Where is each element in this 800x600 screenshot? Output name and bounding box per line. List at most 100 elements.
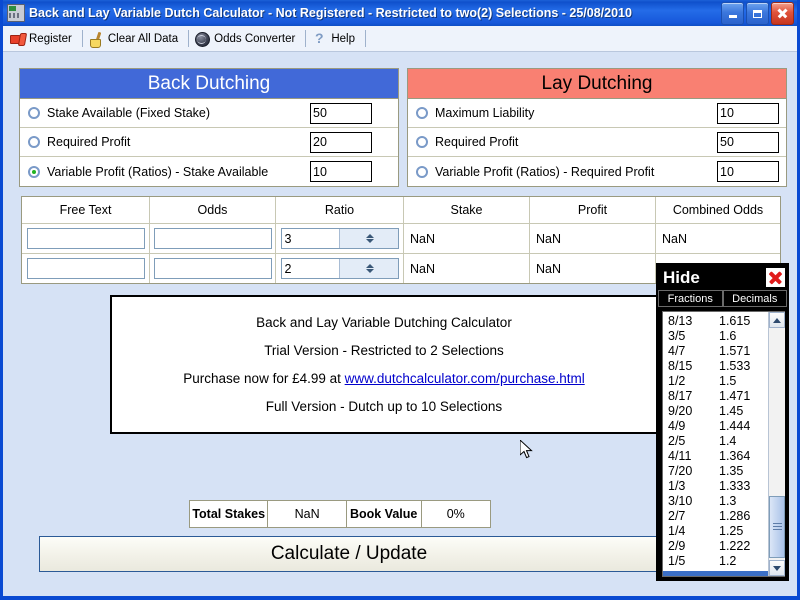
free-text-input-row2[interactable] xyxy=(26,258,145,279)
total-stakes-value: NaN xyxy=(268,501,347,527)
odds-converter-row-selected[interactable] xyxy=(663,571,768,576)
grid-header-ratio: Ratio xyxy=(276,197,404,223)
odds-converter-row[interactable]: 1/4 1.25 xyxy=(663,524,768,539)
odds-fraction: 1/3 xyxy=(668,479,686,493)
grid-cell-ratio: 3 xyxy=(276,224,404,253)
odds-input-row2[interactable] xyxy=(153,258,272,279)
odds-converter-row[interactable]: 1/2 1.5 xyxy=(663,374,768,389)
odds-converter-row[interactable]: 8/13 1.615 xyxy=(663,314,768,329)
free-text-input-row1[interactable] xyxy=(26,228,145,249)
scrollbar-thumb[interactable] xyxy=(768,496,785,558)
window-title-main: Back and Lay Variable Dutch Calculator xyxy=(29,6,265,20)
lay-option-row-variable-profit[interactable]: Variable Profit (Ratios) - Required Prof… xyxy=(408,157,786,186)
back-option-row-stake-available[interactable]: Stake Available (Fixed Stake) xyxy=(20,99,398,128)
back-input-stake-available[interactable] xyxy=(310,102,372,124)
odds-converter-titlebar: Hide xyxy=(658,265,787,290)
odds-fraction: 8/13 xyxy=(668,314,693,328)
back-option-row-variable-profit[interactable]: Variable Profit (Ratios) - Stake Availab… xyxy=(20,157,398,186)
odds-converter-row[interactable]: 4/7 1.571 xyxy=(663,344,768,359)
maximize-button[interactable] xyxy=(746,2,769,25)
odds-converter-row[interactable]: 1/3 1.333 xyxy=(663,479,768,494)
ratio-stepper-row2[interactable]: 2 xyxy=(280,258,399,279)
odds-converter-row[interactable]: 3/5 1.6 xyxy=(663,329,768,344)
odds-fraction: 8/15 xyxy=(668,359,693,373)
column-header-fractions: Fractions xyxy=(658,290,723,307)
lay-label-maximum-liability: Maximum Liability xyxy=(435,106,535,120)
scroll-down-button[interactable] xyxy=(768,560,785,576)
back-input-required-profit[interactable] xyxy=(310,131,372,153)
lay-input-variable-profit[interactable] xyxy=(717,161,779,182)
odds-input-row1[interactable] xyxy=(153,228,272,249)
toolbar-item-register[interactable]: Register xyxy=(7,28,79,50)
odds-decimal: 1.444 xyxy=(719,419,751,433)
back-radio-variable-profit[interactable] xyxy=(28,165,40,178)
lay-radio-maximum-liability[interactable] xyxy=(416,107,428,119)
hide-label[interactable]: Hide xyxy=(663,269,700,286)
back-dutching-title: Back Dutching xyxy=(20,69,398,99)
chevron-up-icon[interactable] xyxy=(366,234,375,238)
lay-input-required-profit[interactable] xyxy=(717,131,779,153)
back-radio-stake-available[interactable] xyxy=(28,107,40,119)
odds-converter-row[interactable]: 2/9 1.222 xyxy=(663,539,768,554)
ratio-stepper-arrows-row2[interactable] xyxy=(339,259,398,278)
lay-radio-required-profit[interactable] xyxy=(416,136,428,148)
back-input-variable-profit[interactable] xyxy=(310,161,372,182)
odds-fraction: 7/20 xyxy=(668,464,693,478)
minimize-button[interactable] xyxy=(721,2,744,25)
scroll-up-button[interactable] xyxy=(768,312,785,328)
toolbar-item-help[interactable]: Help xyxy=(309,28,362,50)
lay-radio-variable-profit[interactable] xyxy=(416,165,428,178)
odds-fraction: 1/5 xyxy=(668,554,686,568)
toolbar-separator xyxy=(81,30,83,47)
odds-converter-row[interactable]: 4/9 1.444 xyxy=(663,419,768,434)
ratio-value-row1: 3 xyxy=(284,231,292,246)
odds-fraction: 4/7 xyxy=(668,344,686,358)
scrollbar-track[interactable] xyxy=(768,328,785,560)
lay-dutching-title: Lay Dutching xyxy=(408,69,786,99)
ratio-stepper-row1[interactable]: 3 xyxy=(280,228,399,249)
odds-converter-row[interactable]: 3/10 1.3 xyxy=(663,494,768,509)
chevron-up-icon[interactable] xyxy=(366,264,375,268)
chevron-down-icon[interactable] xyxy=(366,239,375,243)
toolbar-item-clear-all-data[interactable]: Clear All Data xyxy=(86,28,185,50)
back-label-required-profit: Required Profit xyxy=(47,135,131,149)
odds-converter-close-button[interactable] xyxy=(766,268,785,287)
odds-fraction xyxy=(663,571,719,576)
back-radio-required-profit[interactable] xyxy=(28,136,40,148)
ratio-stepper-arrows-row1[interactable] xyxy=(339,229,398,248)
calculate-update-button[interactable]: Calculate / Update xyxy=(39,536,659,572)
odds-fraction: 4/11 xyxy=(668,449,692,463)
info-line-trial-version: Trial Version - Restricted to 2 Selectio… xyxy=(264,343,504,358)
purchase-link[interactable]: www.dutchcalculator.com/purchase.html xyxy=(345,371,585,386)
odds-decimal: 1.471 xyxy=(719,389,751,403)
grid-header-profit: Profit xyxy=(530,197,656,223)
dutching-panels: Back Dutching Stake Available (Fixed Sta… xyxy=(19,68,787,187)
odds-converter-list[interactable]: 8/13 1.615 3/5 1.6 4/7 1.571 8/15 1.533 1/2 1.5 8/… xyxy=(662,311,785,577)
odds-decimal: 1.615 xyxy=(719,314,751,328)
odds-converter-row[interactable]: 2/7 1.286 xyxy=(663,509,768,524)
toolbar: Register Clear All Data Odds Converter H… xyxy=(3,26,797,52)
odds-decimal: 1.533 xyxy=(719,359,751,373)
odds-fraction: 2/7 xyxy=(668,509,686,523)
odds-converter-row[interactable]: 1/5 1.2 xyxy=(663,554,768,569)
odds-converter-row[interactable]: 9/20 1.45 xyxy=(663,404,768,419)
odds-converter-row[interactable]: 4/11 1.364 xyxy=(663,449,768,464)
maximize-icon xyxy=(753,9,762,18)
odds-converter-row[interactable]: 8/17 1.471 xyxy=(663,389,768,404)
title-bar: Back and Lay Variable Dutch Calculator -… xyxy=(3,0,797,26)
odds-converter-scrollbar[interactable] xyxy=(768,312,785,576)
info-line-product-name: Back and Lay Variable Dutching Calculato… xyxy=(256,315,512,330)
column-header-decimals: Decimals xyxy=(722,290,787,307)
lay-option-row-maximum-liability[interactable]: Maximum Liability xyxy=(408,99,786,128)
odds-converter-row[interactable]: 8/15 1.533 xyxy=(663,359,768,374)
window-title-suffix: - Not Registered - Restricted to two(2) … xyxy=(264,6,632,20)
odds-converter-row[interactable]: 2/5 1.4 xyxy=(663,434,768,449)
lay-option-row-required-profit[interactable]: Required Profit xyxy=(408,128,786,157)
lay-input-maximum-liability[interactable] xyxy=(717,102,779,124)
grid-cell-combined-odds-row1: NaN xyxy=(662,231,688,246)
chevron-down-icon[interactable] xyxy=(366,269,375,273)
back-option-row-required-profit[interactable]: Required Profit xyxy=(20,128,398,157)
odds-converter-row[interactable]: 7/20 1.35 xyxy=(663,464,768,479)
toolbar-item-odds-converter[interactable]: Odds Converter xyxy=(192,28,302,50)
close-button[interactable] xyxy=(771,2,794,25)
